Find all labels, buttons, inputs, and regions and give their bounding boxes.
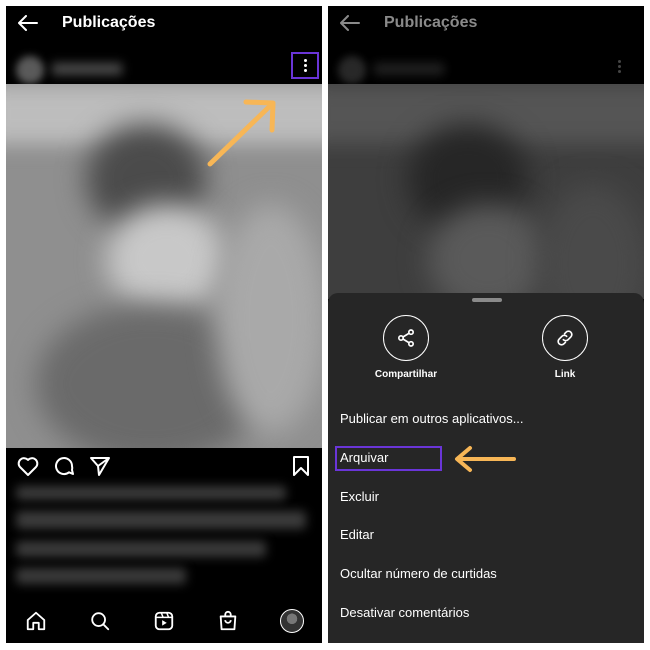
link-label: Link xyxy=(554,369,576,380)
comment-icon[interactable] xyxy=(52,454,76,478)
annotation-arrow xyxy=(455,446,516,472)
back-arrow-icon xyxy=(18,15,38,31)
nav-reels[interactable] xyxy=(150,607,178,635)
caption-blurred xyxy=(16,511,306,529)
share-label: Compartilhar xyxy=(374,369,438,380)
share-icon xyxy=(398,329,414,347)
heart-icon[interactable] xyxy=(16,454,40,478)
top-bar: Publicações xyxy=(328,6,644,40)
back-button[interactable] xyxy=(6,6,50,40)
page-title: Publicações xyxy=(384,14,478,31)
menu-item-edit[interactable]: Editar xyxy=(340,524,374,546)
home-icon xyxy=(26,611,46,631)
avatar xyxy=(280,609,304,633)
shop-icon xyxy=(219,610,237,631)
nav-home[interactable] xyxy=(22,607,50,635)
author-name xyxy=(374,63,444,75)
menu-item-hide-likes[interactable]: Ocultar número de curtidas xyxy=(340,563,497,585)
sheet-handle[interactable] xyxy=(472,298,502,302)
left-screenshot: Publicações xyxy=(6,6,322,643)
nav-profile[interactable] xyxy=(278,607,306,635)
more-vertical-icon xyxy=(618,60,621,73)
menu-item-publish-other-apps[interactable]: Publicar em outros aplicativos... xyxy=(340,408,524,430)
top-bar: Publicações xyxy=(6,6,322,40)
author-name[interactable] xyxy=(52,63,122,75)
post-photo-dimmed xyxy=(328,84,644,299)
search-icon xyxy=(91,612,110,631)
bottom-nav xyxy=(6,599,322,643)
share-button[interactable] xyxy=(383,315,429,361)
post-header xyxy=(328,50,644,86)
annotation-arrow xyxy=(207,99,276,167)
nav-shop[interactable] xyxy=(214,607,242,635)
archive-highlight xyxy=(335,446,442,471)
right-screenshot: Publicações Compartilhar Link Publicar e… xyxy=(328,6,644,643)
link-button[interactable] xyxy=(542,315,588,361)
options-sheet: Compartilhar Link Publicar em outros apl… xyxy=(328,293,644,643)
link-action[interactable]: Link xyxy=(520,315,610,380)
caption-blurred xyxy=(16,568,186,584)
more-options-button[interactable] xyxy=(291,52,319,79)
author-avatar[interactable] xyxy=(16,56,44,84)
page-title: Publicações xyxy=(62,14,156,31)
caption-blurred xyxy=(16,541,266,557)
back-arrow-icon xyxy=(340,15,360,31)
send-icon[interactable] xyxy=(88,454,112,478)
bookmark-icon[interactable] xyxy=(289,454,313,478)
back-button[interactable] xyxy=(328,6,372,40)
menu-item-disable-comments[interactable]: Desativar comentários xyxy=(340,602,469,624)
nav-search[interactable] xyxy=(86,607,114,635)
reels-icon xyxy=(154,611,174,631)
share-action[interactable]: Compartilhar xyxy=(361,315,451,380)
more-vertical-icon xyxy=(303,59,307,72)
menu-item-delete[interactable]: Excluir xyxy=(340,486,379,508)
post-header xyxy=(6,50,322,86)
link-icon xyxy=(557,330,573,346)
caption-blurred xyxy=(16,486,286,500)
author-avatar xyxy=(338,56,366,84)
post-actions xyxy=(6,448,322,484)
